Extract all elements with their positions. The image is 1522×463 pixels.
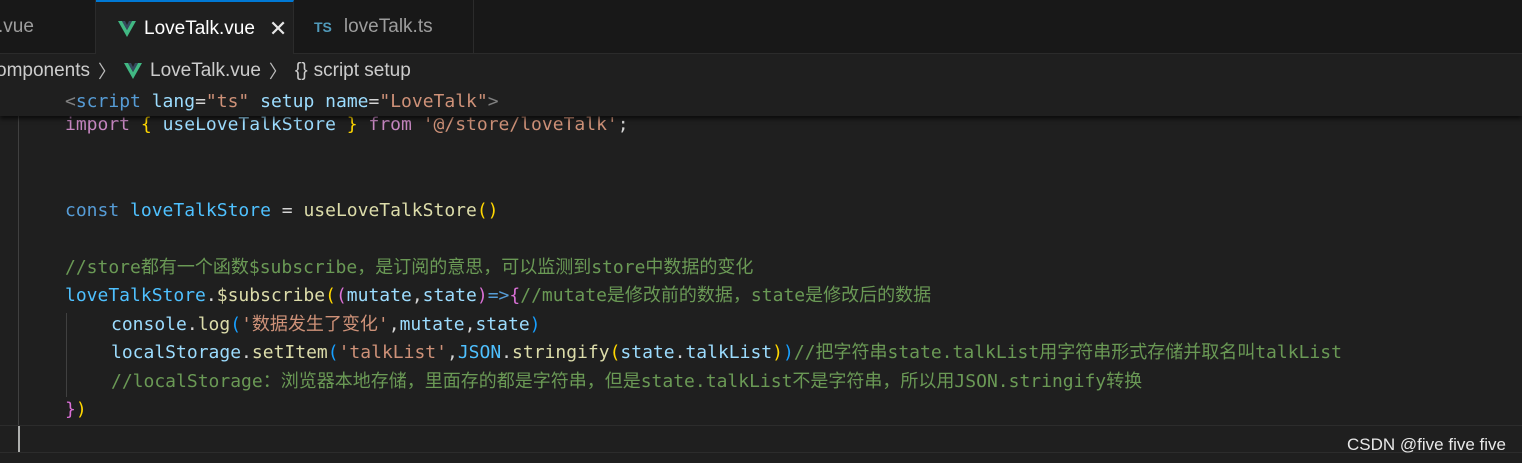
sticky-scroll-header[interactable]: <script lang="ts" setup name="LoveTalk"> — [0, 88, 1522, 116]
close-icon[interactable]: ✕ — [269, 17, 287, 40]
tab-lovetalk-vue[interactable]: LoveTalk.vue ✕ — [96, 0, 294, 55]
code-line-1: <script lang="ts" setup name="LoveTalk"> — [65, 91, 499, 112]
typescript-file-icon: TS — [314, 19, 332, 35]
code-editor[interactable]: <script lang="ts" setup name="LoveTalk">… — [0, 88, 1522, 463]
code-line-9: }) — [65, 399, 87, 420]
chevron-right-icon: 〉 — [268, 62, 287, 82]
tab-lovetalk-ts[interactable]: TS loveTalk.ts — [294, 0, 474, 54]
code-line-7: localStorage.setItem('talkList',JSON.str… — [111, 342, 1342, 363]
current-line-highlight — [0, 425, 1522, 453]
breadcrumb-symbol[interactable]: {} script setup — [295, 60, 411, 82]
text-cursor — [18, 426, 20, 452]
code-line-3: const loveTalkStore = useLoveTalkStore() — [65, 200, 499, 221]
code-line-5: loveTalkStore.$subscribe((mutate,state)=… — [65, 285, 932, 306]
indent-guide — [66, 313, 67, 397]
vue-file-icon — [118, 20, 136, 37]
code-line-4: //store都有一个函数$subscribe，是订阅的意思，可以监测到stor… — [65, 257, 754, 278]
tab-label: loveTalk.ts — [343, 16, 433, 37]
tab-label: LoveTalk.vue — [144, 17, 255, 39]
tab-label: .vue — [0, 16, 34, 37]
editor-tab-bar: .vue LoveTalk.vue ✕ TS loveTalk.ts — [0, 0, 1522, 55]
chevron-right-icon: 〉 — [98, 62, 117, 82]
breadcrumb-folder[interactable]: omponents — [0, 60, 90, 82]
breadcrumb-symbol-label: script setup — [313, 60, 411, 81]
braces-icon: {} — [294, 60, 308, 81]
breadcrumb-file[interactable]: LoveTalk.vue — [124, 60, 261, 82]
breadcrumb-file-label: LoveTalk.vue — [150, 60, 261, 81]
watermark: CSDN @five five five — [1347, 435, 1506, 454]
vue-file-icon — [124, 63, 143, 79]
code-line-6: console.log('数据发生了变化',mutate,state) — [111, 314, 541, 335]
breadcrumb: omponents 〉 LoveTalk.vue 〉 {} script set… — [0, 54, 1522, 88]
code-line-8: //localStorage：浏览器本地存储，里面存的都是字符串，但是state… — [111, 371, 1143, 392]
tab-vue-file[interactable]: .vue — [0, 0, 96, 54]
indent-guide — [18, 116, 19, 452]
